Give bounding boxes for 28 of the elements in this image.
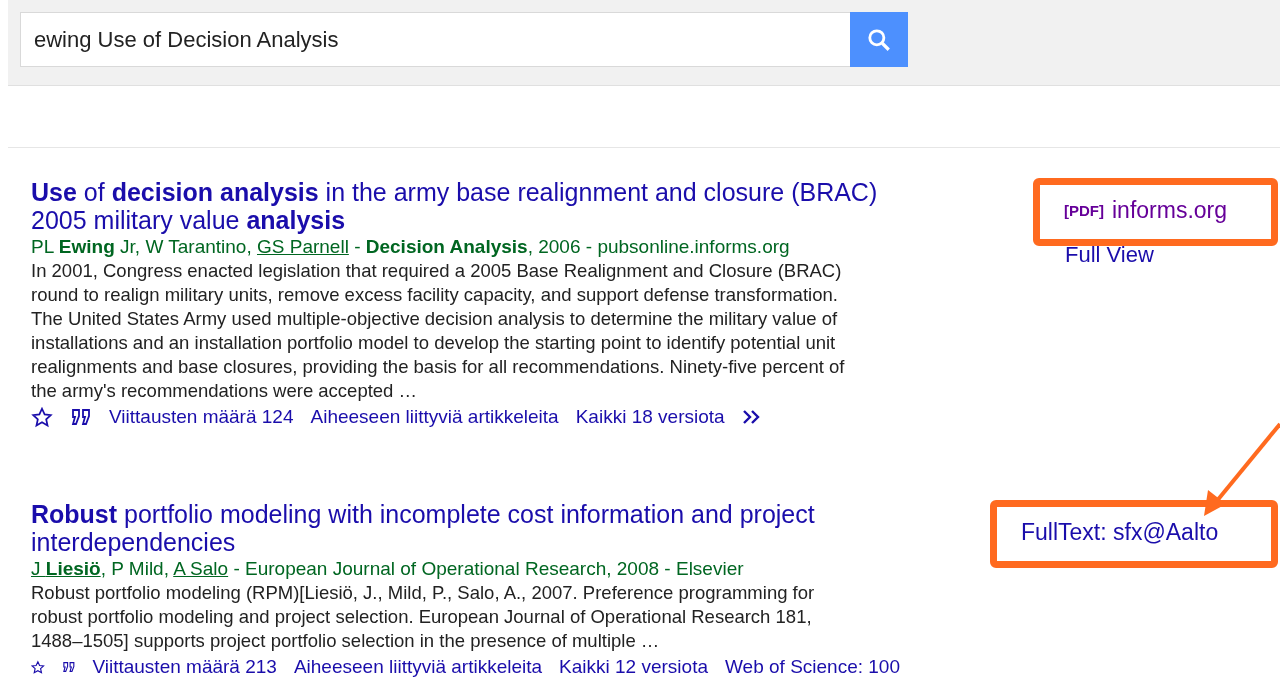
result-action-link[interactable]: Viittausten määrä 124 <box>109 406 294 428</box>
result-action-link[interactable]: Viittausten määrä 213 <box>92 656 277 678</box>
pdf-tag: [PDF] <box>1064 201 1104 219</box>
quote-icon[interactable] <box>70 409 92 425</box>
result-action-link[interactable]: Kaikki 18 versiota <box>575 406 725 428</box>
result-action-link[interactable]: Web of Science: 100 <box>725 656 900 678</box>
author-link[interactable]: GS Parnell <box>257 236 349 257</box>
search-button[interactable] <box>850 12 908 67</box>
quote-icon[interactable] <box>61 659 76 675</box>
search-icon <box>866 26 892 53</box>
result-action-link[interactable]: Kaikki 12 versiota <box>559 656 708 678</box>
result-title[interactable]: Use of decision analysis in the army base realignment and closure (BRAC) 2005 military value analysis <box>31 178 901 234</box>
author-link[interactable]: J Liesiö <box>31 558 101 579</box>
result-title[interactable]: Robust portfolio modeling with incomplete cost information and project interdependencies <box>31 500 901 556</box>
star-icon[interactable] <box>31 406 53 428</box>
full-view-link[interactable]: Full View <box>1065 242 1280 268</box>
fulltext-link[interactable]: informs.org <box>1112 196 1228 224</box>
result-action-link[interactable]: Aiheeseen liittyviä artikkeleita <box>293 656 543 678</box>
source-text: PL Ewing Jr, W Tarantino, <box>31 236 253 257</box>
source-text: - European Journal of Operational Research, 2008 - Elsevier <box>232 558 744 579</box>
result-action-link[interactable]: Aiheeseen liittyviä artikkeleita <box>310 406 559 428</box>
fulltext-link[interactable]: FullText: sfx@Aalto <box>1021 518 1219 546</box>
source-text: - Decision Analysis, 2006 - pubsonline.informs.org <box>353 236 790 257</box>
search-field[interactable]: ewing Use of Decision Analysis <box>20 12 850 67</box>
result-snippet: In 2001, Congress enacted legislation that required a 2005 Base Realignment and Closure (BRAC) round to realign military units, remove excess facility capacity, and support defense transformation. The United States Army used multiple-objective decision analysis to determine the military value of installations and an installation portfolio model to develop the starting point to identify potential unit realignments and base closures, providing the basis for all recommendations. Ninety-five percent of the army's recommendations were accepted … <box>31 259 846 403</box>
source-text: , P Mild, <box>100 558 170 579</box>
result-snippet: Robust portfolio modeling (RPM)[Liesiö, J., Mild, P., Salo, A., 2007. Preference programming for robust portfolio modeling and project selection. European Journal of Operational Research 181, 1488–1505] supports project portfolio selection in the presence of multiple … <box>31 581 816 653</box>
author-link[interactable]: A Salo <box>173 558 229 579</box>
